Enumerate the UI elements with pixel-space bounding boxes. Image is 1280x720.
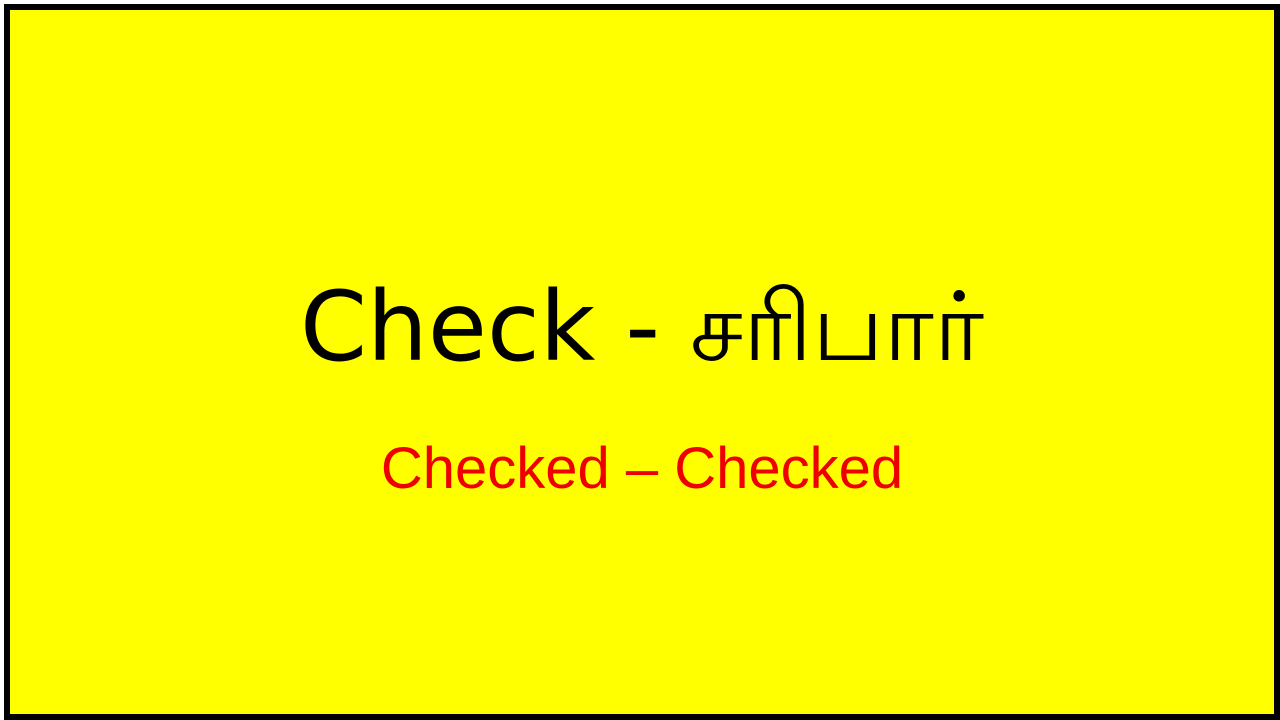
title-english: Check [300, 271, 596, 383]
subtitle-line: Checked – Checked [380, 436, 904, 501]
slide-content: Check - சரிபார் Checked – Checked [10, 10, 1274, 714]
title-line: Check - சரிபார் [10, 272, 1274, 382]
title-separator: - [625, 271, 660, 383]
slide-card: Check - சரிபார் Checked – Checked [4, 4, 1280, 720]
title-tamil: சரிபார் [689, 271, 984, 383]
